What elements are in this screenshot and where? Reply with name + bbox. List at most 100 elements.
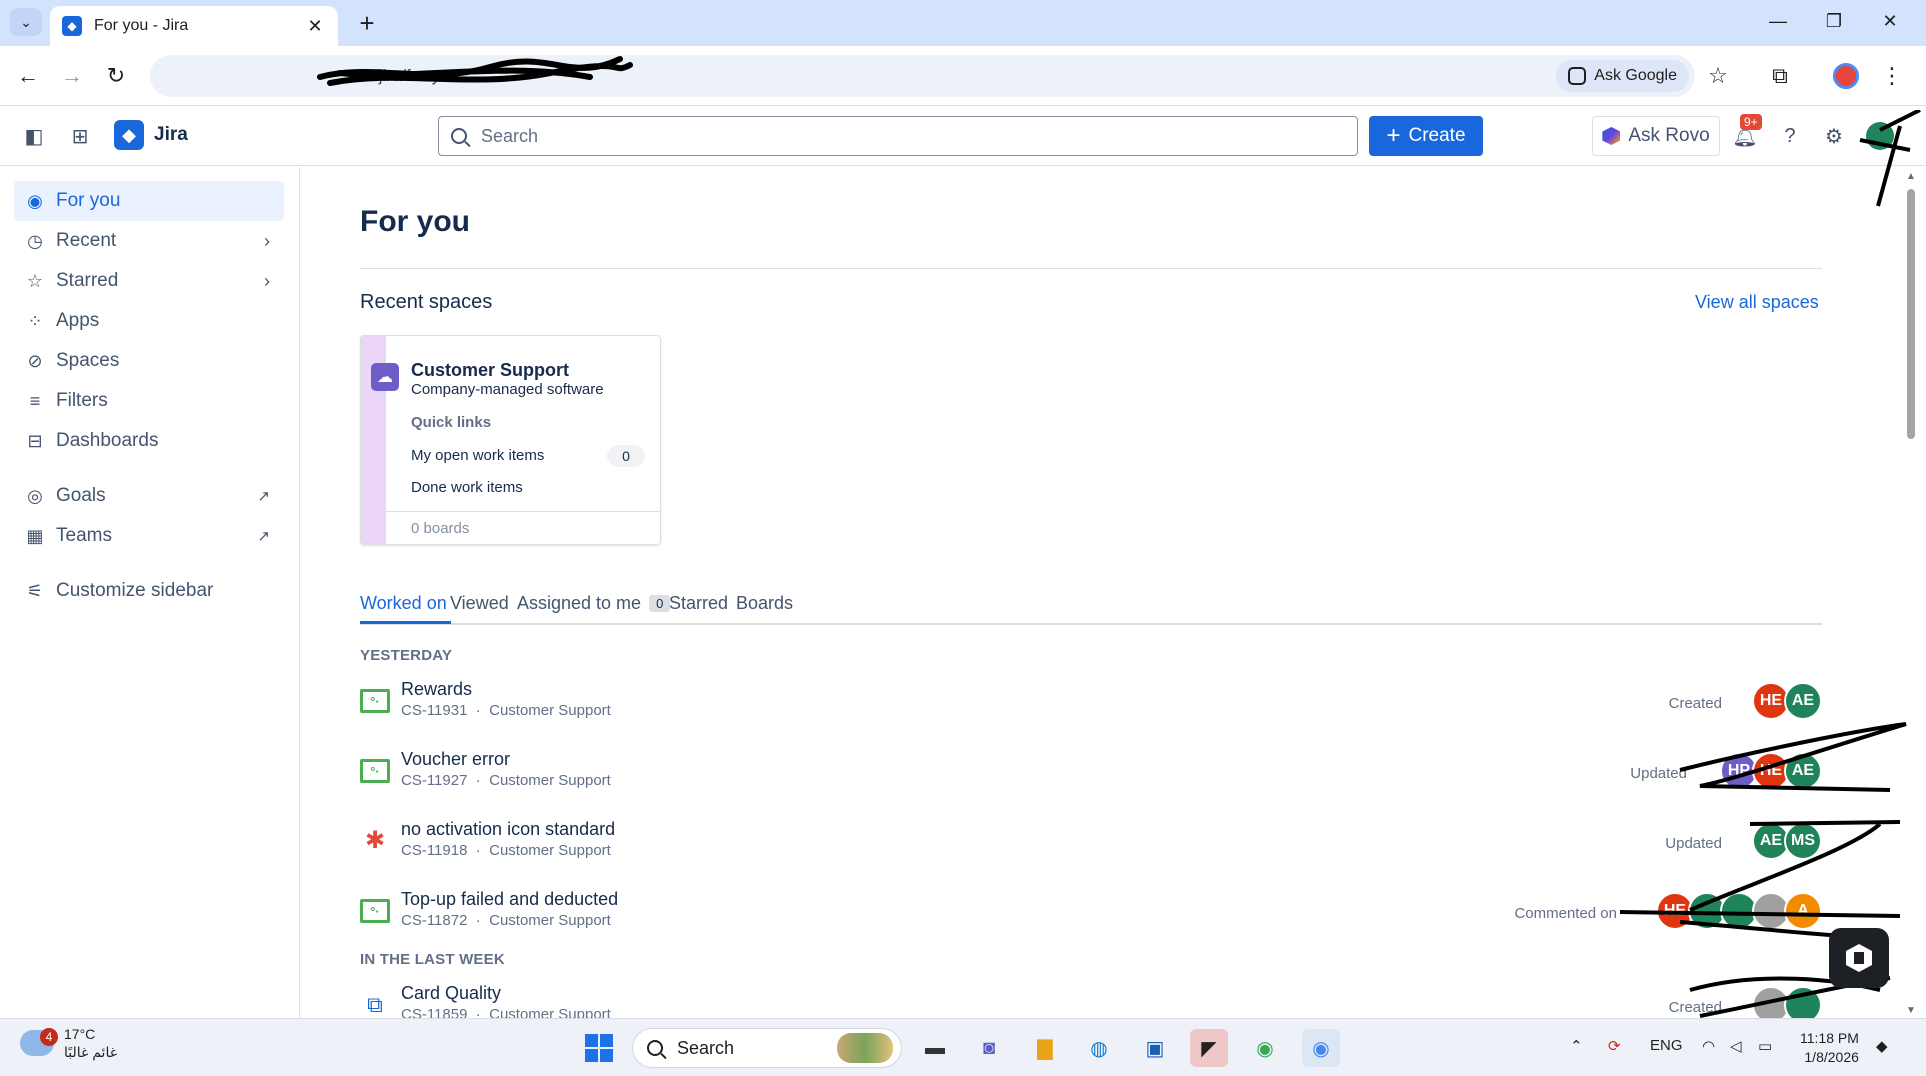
view-all-spaces-link[interactable]: View all spaces xyxy=(1695,292,1819,313)
browser-tab[interactable]: ◆ For you - Jira ✕ xyxy=(50,6,338,46)
page-scrollbar[interactable]: ▲ ▼ xyxy=(1904,167,1918,1018)
help-icon[interactable]: ? xyxy=(1774,120,1806,152)
item-key: CS-11931 xyxy=(401,702,468,719)
sync-icon[interactable]: ⟳ xyxy=(1608,1037,1621,1055)
chevron-up-icon[interactable]: ⌃ xyxy=(1570,1037,1583,1055)
tab-search-icon[interactable]: ⌄ xyxy=(10,8,42,36)
notification-bell-icon[interactable]: ◆ xyxy=(1876,1037,1888,1055)
item-title[interactable]: Rewards xyxy=(401,679,472,700)
item-title[interactable]: no activation icon standard xyxy=(401,819,615,840)
settings-icon[interactable]: ⚙ xyxy=(1818,120,1850,152)
list-item[interactable]: ✱ no activation icon standard CS-11918 ·… xyxy=(360,817,1822,873)
sidebar-item-goals[interactable]: ◎ Goals ↗ xyxy=(14,476,284,516)
sidebar-item-recent[interactable]: ◷ Recent › xyxy=(14,221,284,261)
create-button[interactable]: + Create xyxy=(1369,116,1483,156)
sidebar-item-dashboards[interactable]: ⊟ Dashboards xyxy=(14,421,284,461)
scroll-up-icon[interactable]: ▲ xyxy=(1906,171,1916,182)
sidebar-item-filters[interactable]: ≡ Filters xyxy=(14,381,284,421)
item-title[interactable]: Card Quality xyxy=(401,983,501,1004)
avatar[interactable]: A xyxy=(1784,892,1822,930)
apps-icon: ⁘ xyxy=(27,310,43,331)
done-work-items-link[interactable]: Done work items xyxy=(411,479,523,496)
rovo-chat-button[interactable] xyxy=(1829,928,1889,988)
sidebar-item-apps[interactable]: ⁘ Apps xyxy=(14,301,284,341)
search-box[interactable] xyxy=(438,116,1358,156)
address-bar[interactable]: /jira/for-you Ask Google xyxy=(150,55,1695,97)
edge-icon[interactable]: ◍ xyxy=(1080,1029,1118,1067)
tab-boards[interactable]: Boards xyxy=(736,593,793,614)
profile-icon[interactable] xyxy=(1830,60,1862,92)
taskbar-search[interactable]: Search xyxy=(632,1028,902,1068)
chrome-icon[interactable]: ◉ xyxy=(1246,1029,1284,1067)
file-explorer-icon[interactable]: ▇ xyxy=(1026,1029,1064,1067)
chrome-active-icon[interactable]: ◉ xyxy=(1302,1029,1340,1067)
reload-icon[interactable]: ↻ xyxy=(100,60,132,92)
jira-top-nav: ◧ ⊞ ◆ Jira + Create Ask Rovo 🔔︎ 9+ ? ⚙ xyxy=(0,106,1926,166)
chevron-right-icon[interactable]: › xyxy=(264,231,270,252)
star-icon[interactable]: ☆ xyxy=(1702,60,1734,92)
sidebar-item-customize[interactable]: ⚟ Customize sidebar xyxy=(14,571,284,611)
restore-icon[interactable]: ❐ xyxy=(1812,6,1856,36)
avatar[interactable]: AE xyxy=(1784,682,1822,720)
avatar[interactable]: MS xyxy=(1784,822,1822,860)
tab-worked-on[interactable]: Worked on xyxy=(360,593,447,614)
item-title[interactable]: Voucher error xyxy=(401,749,510,770)
volume-icon[interactable]: ◁ xyxy=(1730,1037,1742,1055)
external-link-icon[interactable]: ↗ xyxy=(257,487,270,505)
item-title[interactable]: Top-up failed and deducted xyxy=(401,889,618,910)
boards-link[interactable]: 0 boards xyxy=(411,520,469,537)
sidebar-item-teams[interactable]: ▦ Teams ↗ xyxy=(14,516,284,556)
store-icon[interactable]: ▣ xyxy=(1136,1029,1174,1067)
weather-widget[interactable]: 4 17°C غائم غالبًا xyxy=(20,1025,117,1061)
work-tabs: Worked on Viewed Assigned to me 0 Starre… xyxy=(360,587,1822,625)
open-count-badge: 0 xyxy=(607,445,645,467)
sidebar-item-starred[interactable]: ☆ Starred › xyxy=(14,261,284,301)
avatar[interactable]: AE xyxy=(1784,752,1822,790)
language-indicator[interactable]: ENG xyxy=(1650,1037,1683,1054)
search-input[interactable] xyxy=(481,125,1341,147)
list-item[interactable]: °· Rewards CS-11931 · Customer Support C… xyxy=(360,677,1822,733)
sticky-notes-icon[interactable]: ◤ xyxy=(1190,1029,1228,1067)
sidebar-item-for-you[interactable]: ◉ For you xyxy=(14,181,284,221)
scroll-thumb[interactable] xyxy=(1907,189,1915,439)
sidebar-item-spaces[interactable]: ⊘ Spaces xyxy=(14,341,284,381)
task-view-icon[interactable]: ▬ xyxy=(916,1029,954,1067)
avatar[interactable] xyxy=(1864,120,1896,152)
item-space: Customer Support xyxy=(489,772,611,789)
start-button[interactable] xyxy=(580,1029,618,1067)
minimize-icon[interactable]: — xyxy=(1756,6,1800,36)
chevron-right-icon[interactable]: › xyxy=(264,271,270,292)
space-name[interactable]: Customer Support xyxy=(411,360,569,381)
jira-logo[interactable]: ◆ Jira xyxy=(114,120,188,150)
menu-icon[interactable]: ⋮ xyxy=(1876,60,1908,92)
item-meta: CS-11927 · Customer Support xyxy=(401,772,611,789)
my-open-work-items-link[interactable]: My open work items xyxy=(411,447,544,464)
ask-rovo-button[interactable]: Ask Rovo xyxy=(1592,116,1720,156)
scroll-down-icon[interactable]: ▼ xyxy=(1906,1005,1916,1016)
close-icon[interactable]: ✕ xyxy=(304,16,326,37)
external-link-icon[interactable]: ↗ xyxy=(257,527,270,545)
extensions-icon[interactable]: ⧉ xyxy=(1764,60,1796,92)
new-tab-button[interactable]: + xyxy=(352,8,382,38)
tab-viewed[interactable]: Viewed xyxy=(450,593,509,614)
list-item[interactable]: °· Voucher error CS-11927 · Customer Sup… xyxy=(360,747,1822,803)
jira-favicon-icon: ◆ xyxy=(62,16,82,36)
system-clock[interactable]: 11:18 PM 1/8/2026 xyxy=(1800,1029,1859,1067)
space-card[interactable]: ☁ Customer Support Company-managed softw… xyxy=(360,335,661,545)
jira-mark-icon: ◆ xyxy=(114,120,144,150)
app-switcher-icon[interactable]: ⊞ xyxy=(64,120,96,152)
list-item[interactable]: °· Top-up failed and deducted CS-11872 ·… xyxy=(360,887,1822,943)
sidebar-toggle-icon[interactable]: ◧ xyxy=(18,120,50,152)
avatar[interactable] xyxy=(1784,986,1822,1018)
close-window-icon[interactable]: ✕ xyxy=(1868,6,1912,36)
back-icon[interactable]: ← xyxy=(12,60,44,92)
tab-starred[interactable]: Starred xyxy=(669,593,728,614)
forward-icon[interactable]: → xyxy=(56,60,88,92)
wifi-icon[interactable]: ◠ xyxy=(1702,1037,1715,1055)
tab-assigned-to-me[interactable]: Assigned to me 0 xyxy=(517,593,671,614)
create-label: Create xyxy=(1408,125,1466,146)
teams-chat-icon[interactable]: ◙ xyxy=(970,1029,1008,1067)
ask-google-button[interactable]: Ask Google xyxy=(1556,60,1689,92)
battery-icon[interactable]: ▭ xyxy=(1758,1037,1772,1055)
list-item[interactable]: ⧉ Card Quality CS-11859 · Customer Suppo… xyxy=(360,981,1822,1018)
